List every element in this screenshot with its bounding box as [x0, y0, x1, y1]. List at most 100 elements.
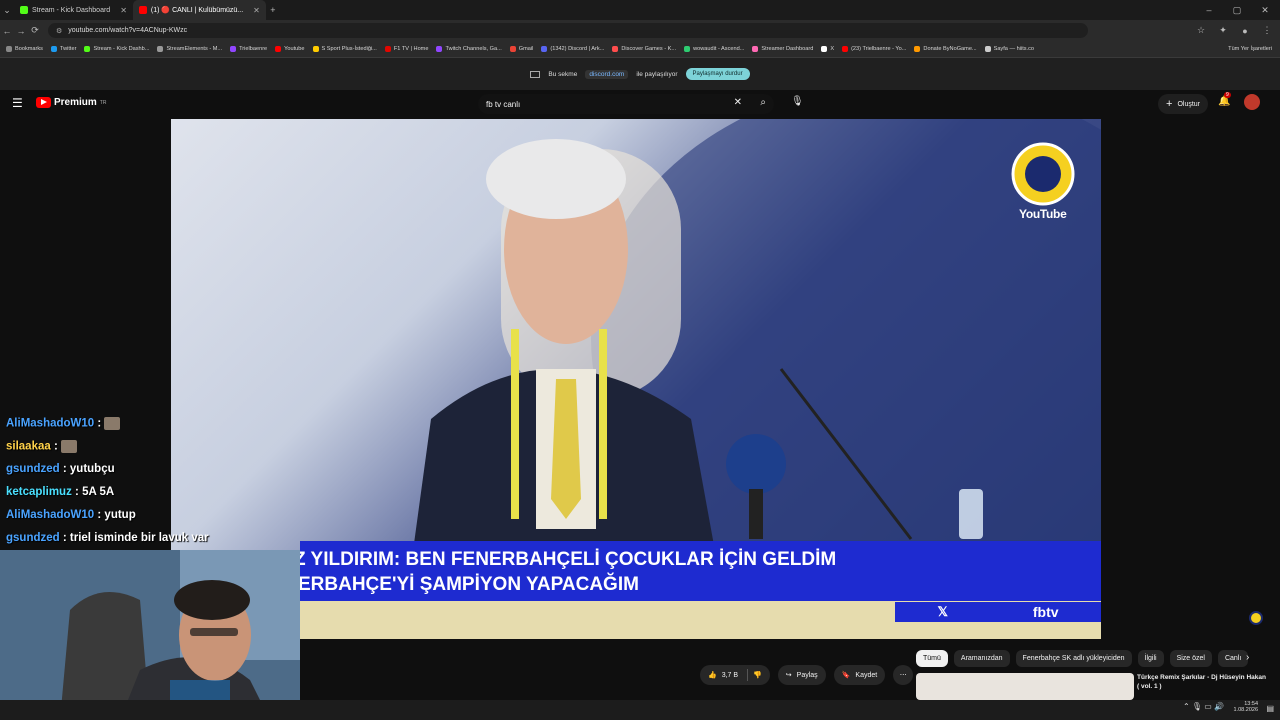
save-button[interactable]: 🔖 Kaydet: [833, 665, 886, 685]
minimize-icon[interactable]: –: [1202, 5, 1216, 15]
filter-chip[interactable]: Size özel: [1169, 650, 1212, 667]
chevron-right-icon[interactable]: ›: [1246, 652, 1249, 663]
bookmark-item[interactable]: Youtube: [275, 46, 305, 52]
chat-separator: :: [94, 417, 105, 430]
bookmark-item[interactable]: X: [821, 46, 834, 52]
bookmark-item[interactable]: Twitch Channels, Ga...: [436, 46, 502, 52]
thumbs-down-icon[interactable]: 👎: [753, 671, 762, 679]
filter-chip[interactable]: İlgili: [1137, 650, 1164, 667]
bookmark-item[interactable]: Discover Games - K...: [612, 46, 676, 52]
bookmark-item[interactable]: Bookmarks: [6, 46, 43, 52]
menu-icon[interactable]: ⋮: [1260, 25, 1274, 36]
avatar[interactable]: [1244, 94, 1260, 110]
channel-tag: fbtv: [1032, 604, 1059, 620]
filter-chip[interactable]: Fenerbahçe SK adlı yükleyiciden: [1015, 650, 1132, 667]
maximize-icon[interactable]: ▢: [1230, 5, 1244, 16]
bookmark-item[interactable]: Sayfa — hiits.co: [984, 46, 1034, 52]
filter-chip[interactable]: Canlı: [1217, 650, 1249, 667]
search-query: fb tv canlı: [486, 99, 521, 109]
share-button[interactable]: ↪ Paylaş: [777, 665, 826, 685]
more-actions-button[interactable]: ⋯: [893, 665, 914, 685]
chat-message: AliMashadoW10 : yutup: [6, 509, 136, 521]
back-icon[interactable]: ←: [0, 26, 14, 36]
hamburger-icon[interactable]: ☰: [12, 96, 23, 110]
tab-title: (1) 🔴 CANLI | Kulübümüzü...: [150, 7, 244, 14]
suggested-video-thumbnail[interactable]: [916, 673, 1134, 700]
notification-center-icon[interactable]: ▤: [1266, 704, 1274, 713]
bookmark-item[interactable]: Gmail: [509, 46, 533, 52]
clear-search-icon[interactable]: ✕: [734, 97, 742, 108]
youtube-logo[interactable]: Premium TR: [36, 97, 106, 108]
webcam-feed: [0, 550, 300, 720]
chat-message: ketcaplimuz : 5A 5A: [6, 486, 114, 498]
site-info-icon[interactable]: ⚙: [56, 27, 62, 35]
bookmark-item[interactable]: Donate ByNoGame...: [914, 46, 977, 52]
bookmark-label: Stream - Kick Dashb...: [93, 46, 150, 52]
all-bookmarks-button[interactable]: Tüm Yer İşaretleri: [1228, 46, 1272, 52]
bookmark-item[interactable]: Trielbaenre: [230, 46, 267, 52]
more-icon: ⋯: [899, 672, 907, 679]
chat-message: silaakaa :: [6, 440, 77, 453]
lower-third-banner: Z YILDIRIM: BEN FENERBAHÇELİ ÇOCUKLAR İÇ…: [294, 541, 1101, 601]
bookmark-item[interactable]: wowaudit - Ascend...: [684, 46, 744, 52]
microphone-icon[interactable]: 🎙: [791, 96, 804, 107]
bookmark-item[interactable]: (23) Trielbaenre - Yo...: [842, 46, 906, 52]
bookmark-label: Trielbaenre: [239, 46, 268, 52]
suggested-video-title[interactable]: Türkçe Remix Şarkılar - Dj Hüseyin Hakan…: [1137, 673, 1267, 691]
new-tab-icon[interactable]: +: [266, 5, 280, 15]
bookmark-favicon-icon: [84, 46, 91, 52]
bookmark-favicon-icon: [230, 46, 237, 52]
extensions-icon[interactable]: ✦: [1216, 25, 1230, 36]
kick-icon: [20, 6, 28, 14]
close-icon[interactable]: ✕: [120, 6, 127, 15]
like-button[interactable]: 👍 3,7 B 👎: [700, 665, 770, 685]
bookmark-favicon-icon: [684, 46, 691, 52]
tray-icons[interactable]: ⌃ 🎙 ▭ 🔊: [1183, 702, 1224, 711]
like-divider: [747, 669, 749, 681]
create-label: Oluştur: [1177, 100, 1200, 108]
search-input[interactable]: fb tv canlı ✕ ⌕: [478, 94, 774, 114]
filter-chips: Tümü Aramanızdan Fenerbahçe SK adlı yükley…: [916, 650, 1249, 667]
search-icon[interactable]: ⌕: [760, 97, 766, 108]
filter-chip[interactable]: Tümü: [916, 650, 948, 667]
bookmark-item[interactable]: Stream - Kick Dashb...: [84, 46, 149, 52]
reload-icon[interactable]: ⟳: [28, 25, 42, 36]
bookmark-item[interactable]: F1 TV | Home: [384, 46, 428, 52]
notifications-bell-icon[interactable]: 🔔 9: [1218, 92, 1231, 107]
address-bar: ← → ⟳ ⚙ youtube.com/watch?v=4ACNup-KWzc …: [0, 20, 1280, 41]
tab-kick-dashboard[interactable]: Stream - Kick Dashboard ✕: [14, 0, 133, 20]
bookmarks-bar: Bookmarks Twitter Stream - Kick Dashb... St…: [0, 41, 1280, 58]
channel-watermark-icon[interactable]: [1249, 611, 1263, 625]
tab-menu-icon[interactable]: ⌄: [0, 5, 14, 16]
filter-chip[interactable]: Aramanızdan: [953, 650, 1010, 667]
bookmark-label: Bookmarks: [15, 46, 43, 52]
clock[interactable]: 13:54 1.08.2026: [1234, 701, 1258, 713]
bookmark-star-icon[interactable]: ☆: [1194, 25, 1208, 36]
notification-badge: 9: [1224, 92, 1231, 98]
clock-date: 1.08.2026: [1233, 707, 1258, 713]
youtube-watermark: YouTube: [1019, 207, 1067, 221]
tab-youtube-live[interactable]: (1) 🔴 CANLI | Kulübümüzü... ✕: [132, 0, 266, 20]
logo-text: Premium: [54, 97, 97, 108]
bookmark-favicon-icon: [842, 46, 849, 52]
bookmark-favicon-icon: [821, 46, 828, 52]
stop-sharing-button[interactable]: Paylaşmayı durdur: [685, 68, 750, 80]
url-field[interactable]: ⚙ youtube.com/watch?v=4ACNup-KWzc: [48, 23, 1088, 38]
bookmark-label: Twitch Channels, Ga...: [445, 46, 502, 52]
chat-separator: :: [94, 509, 105, 521]
bookmark-item[interactable]: S Sport Plus-İstediği...: [312, 46, 377, 52]
create-button[interactable]: + Oluştur: [1158, 94, 1208, 114]
bookmark-item[interactable]: Streamer Dashboard: [752, 46, 813, 52]
chat-username: AliMashadoW10: [6, 509, 95, 521]
profile-icon[interactable]: ●: [1238, 26, 1252, 36]
forward-icon[interactable]: →: [14, 26, 28, 36]
chat-text: triel isminde bir lavuk var: [69, 532, 209, 544]
tab-title: Stream - Kick Dashboard: [32, 6, 111, 14]
share-suffix: ile paylaşılıyor: [636, 70, 678, 78]
close-icon[interactable]: ✕: [253, 6, 260, 15]
bookmark-item[interactable]: Twitter: [50, 46, 76, 52]
bookmark-item[interactable]: (1342) Discord | Ark...: [541, 46, 604, 52]
screen-share-bar: Bu sekme discord.com ile paylaşılıyor Pa…: [0, 58, 1280, 90]
bookmark-item[interactable]: StreamElements - M...: [157, 46, 222, 52]
window-close-icon[interactable]: ✕: [1258, 5, 1272, 16]
